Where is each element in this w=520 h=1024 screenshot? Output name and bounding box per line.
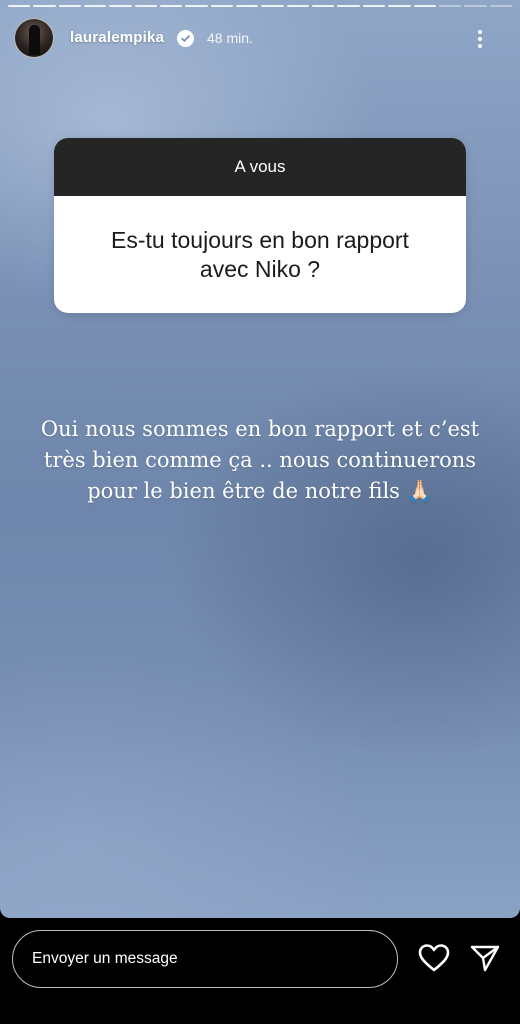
question-text: Es-tu toujours en bon rapport avec Niko …: [111, 226, 409, 282]
progress-segment: [8, 5, 31, 7]
verified-badge-icon: [177, 30, 194, 47]
progress-segment: [286, 5, 310, 7]
username[interactable]: lauralempika: [70, 29, 164, 46]
progress-segment: [236, 5, 259, 7]
more-options-icon[interactable]: [468, 27, 492, 51]
progress-segment: [312, 5, 335, 7]
message-input[interactable]: Envoyer un message: [12, 930, 398, 988]
progress-segment: [33, 5, 56, 7]
question-sticker[interactable]: A vous Es-tu toujours en bon rapport ave…: [54, 138, 466, 313]
progress-segment: [337, 5, 360, 7]
story-viewer[interactable]: lauralempika 48 min. A vous Es-tu toujou…: [0, 0, 520, 918]
progress-segment: [489, 5, 512, 7]
answer-text: Oui nous sommes en bon rapport et c’est …: [40, 417, 480, 503]
progress-segment: [84, 5, 107, 7]
progress-segment: [185, 5, 208, 7]
send-icon[interactable]: [470, 943, 500, 973]
post-time: 48 min.: [207, 30, 253, 46]
progress-segment: [210, 5, 234, 7]
progress-segment: [58, 5, 82, 7]
avatar[interactable]: [14, 18, 54, 58]
progress-segment: [134, 5, 158, 7]
story-progress-bar: [8, 5, 512, 7]
progress-segment: [362, 5, 386, 7]
progress-segment: [464, 5, 487, 7]
progress-segment: [160, 5, 183, 7]
progress-segment: [438, 5, 462, 7]
question-sticker-header: A vous: [54, 138, 466, 196]
progress-segment: [261, 5, 284, 7]
progress-segment: [413, 5, 436, 7]
progress-segment: [388, 5, 411, 7]
reply-bar: Envoyer un message: [0, 918, 520, 1024]
story-header: lauralempika 48 min.: [14, 17, 506, 59]
heart-icon[interactable]: [418, 943, 450, 973]
progress-segment: [109, 5, 132, 7]
